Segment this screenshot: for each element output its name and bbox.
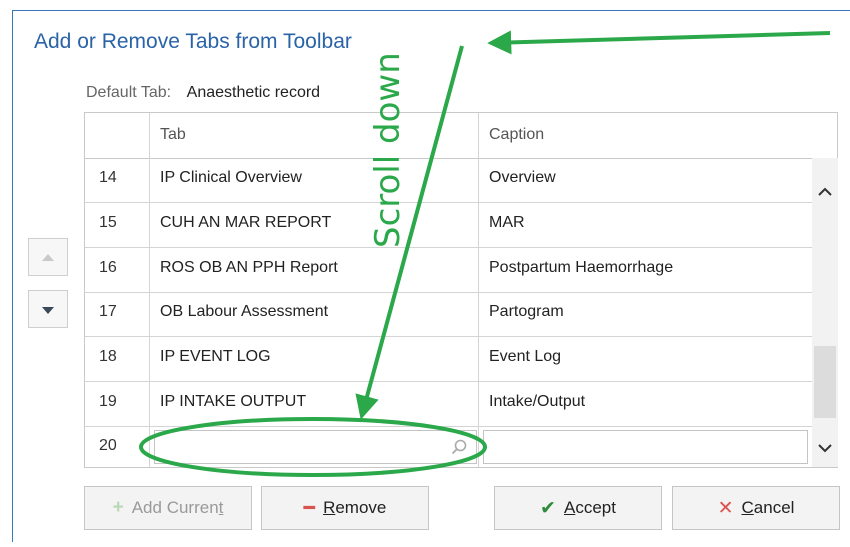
- annotation-overlay: [139, 30, 831, 477]
- highlight-ellipse: [139, 417, 487, 477]
- scroll-down-annotation: Scroll down: [368, 52, 408, 248]
- arrow-to-title: [487, 30, 831, 55]
